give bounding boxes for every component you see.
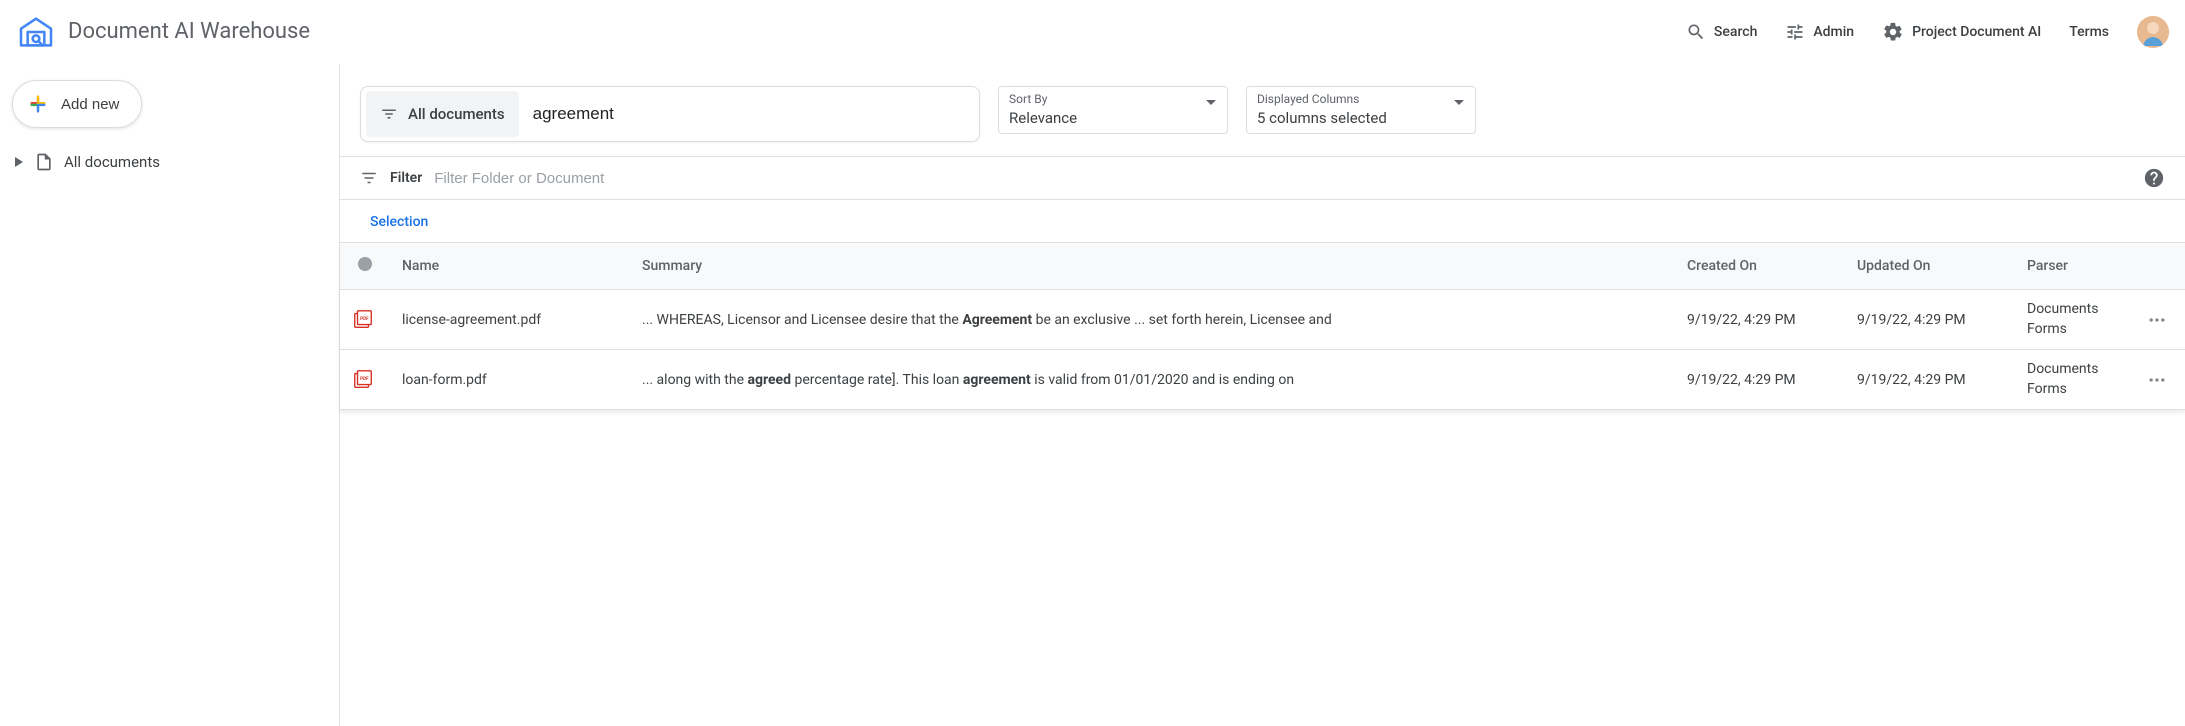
header-project-label: Project Document AI: [1912, 24, 2041, 40]
svg-text:PDF: PDF: [360, 376, 369, 382]
header-terms-label: Terms: [2069, 24, 2109, 40]
sidebar-item-all-documents[interactable]: All documents: [8, 146, 331, 178]
header-admin-link[interactable]: Admin: [1785, 22, 1854, 42]
pdf-icon: PDF: [352, 369, 378, 391]
sort-by-value: Relevance: [1009, 107, 1217, 129]
scope-chip-label: All documents: [408, 105, 505, 123]
filter-label: Filter: [390, 170, 422, 186]
header-project-link[interactable]: Project Document AI: [1882, 21, 2041, 43]
header-terms-link[interactable]: Terms: [2069, 24, 2109, 40]
filter-input[interactable]: [434, 170, 2131, 187]
tab-selection[interactable]: Selection: [370, 214, 428, 242]
gear-icon: [1882, 21, 1904, 43]
header-admin-label: Admin: [1813, 24, 1854, 40]
caret-down-icon: [1205, 97, 1217, 109]
main-pane: All documents Sort By Relevance Displaye…: [340, 64, 2185, 726]
sort-by-label: Sort By: [1009, 92, 1217, 106]
col-header-updated[interactable]: Updated On: [1845, 243, 2015, 290]
logo-wrap: Document AI Warehouse: [16, 12, 310, 52]
row-name: loan-form.pdf: [402, 372, 487, 388]
plus-icon: [27, 93, 49, 115]
row-menu-button[interactable]: [2135, 350, 2185, 410]
filter-list-icon: [380, 105, 398, 123]
add-new-label: Add new: [61, 96, 119, 113]
help-icon[interactable]: [2143, 167, 2165, 189]
svg-text:PDF: PDF: [360, 316, 369, 322]
col-header-parser[interactable]: Parser: [2015, 243, 2135, 290]
col-header-summary[interactable]: Summary: [630, 243, 1675, 290]
row-menu-button[interactable]: [2135, 290, 2185, 350]
caret-right-icon: [14, 157, 24, 167]
row-parser: DocumentsForms: [2015, 350, 2135, 410]
row-parser: DocumentsForms: [2015, 290, 2135, 350]
table-row[interactable]: PDF loan-form.pdf ... along with the agr…: [340, 350, 2185, 410]
tune-icon: [1785, 22, 1805, 42]
user-avatar[interactable]: [2137, 16, 2169, 48]
search-input[interactable]: [533, 104, 974, 124]
header-actions: Search Admin Project Document AI Terms: [1686, 16, 2169, 48]
filter-icon: [360, 169, 378, 187]
filter-bar: Filter: [340, 156, 2185, 200]
row-created: 9/19/22, 4:29 PM: [1675, 290, 1845, 350]
app-title: Document AI Warehouse: [68, 19, 310, 44]
header-search-link[interactable]: Search: [1686, 22, 1757, 42]
header-search-label: Search: [1714, 24, 1757, 40]
search-box: All documents: [360, 86, 980, 142]
sidebar: Add new All documents: [0, 64, 340, 726]
row-updated: 9/19/22, 4:29 PM: [1845, 290, 2015, 350]
row-summary: ... along with the agreed percentage rat…: [630, 350, 1675, 410]
displayed-columns-label: Displayed Columns: [1257, 92, 1465, 106]
col-header-created[interactable]: Created On: [1675, 243, 1845, 290]
displayed-columns-value: 5 columns selected: [1257, 107, 1465, 129]
document-icon: [34, 152, 54, 172]
row-name: license-agreement.pdf: [402, 312, 541, 328]
add-new-button[interactable]: Add new: [12, 80, 142, 128]
select-dot-icon: [358, 257, 372, 271]
row-updated: 9/19/22, 4:29 PM: [1845, 350, 2015, 410]
scope-chip[interactable]: All documents: [366, 91, 519, 137]
warehouse-logo-icon: [16, 12, 56, 52]
pdf-icon: PDF: [352, 309, 378, 331]
search-icon: [1686, 22, 1706, 42]
sort-by-dropdown[interactable]: Sort By Relevance: [998, 86, 1228, 134]
table-header-row: Name Summary Created On Updated On Parse…: [340, 243, 2185, 290]
sidebar-all-documents-label: All documents: [64, 153, 160, 171]
table-row[interactable]: PDF license-agreement.pdf ... WHEREAS, L…: [340, 290, 2185, 350]
search-row: All documents Sort By Relevance Displaye…: [340, 64, 2185, 156]
app-header: Document AI Warehouse Search Admin Proje…: [0, 0, 2185, 64]
tabs: Selection: [340, 200, 2185, 243]
caret-down-icon: [1453, 97, 1465, 109]
select-all-header[interactable]: [340, 243, 390, 290]
results-table: Name Summary Created On Updated On Parse…: [340, 243, 2185, 410]
displayed-columns-dropdown[interactable]: Displayed Columns 5 columns selected: [1246, 86, 1476, 134]
col-header-name[interactable]: Name: [390, 243, 630, 290]
row-summary: ... WHEREAS, Licensor and Licensee desir…: [630, 290, 1675, 350]
row-created: 9/19/22, 4:29 PM: [1675, 350, 1845, 410]
